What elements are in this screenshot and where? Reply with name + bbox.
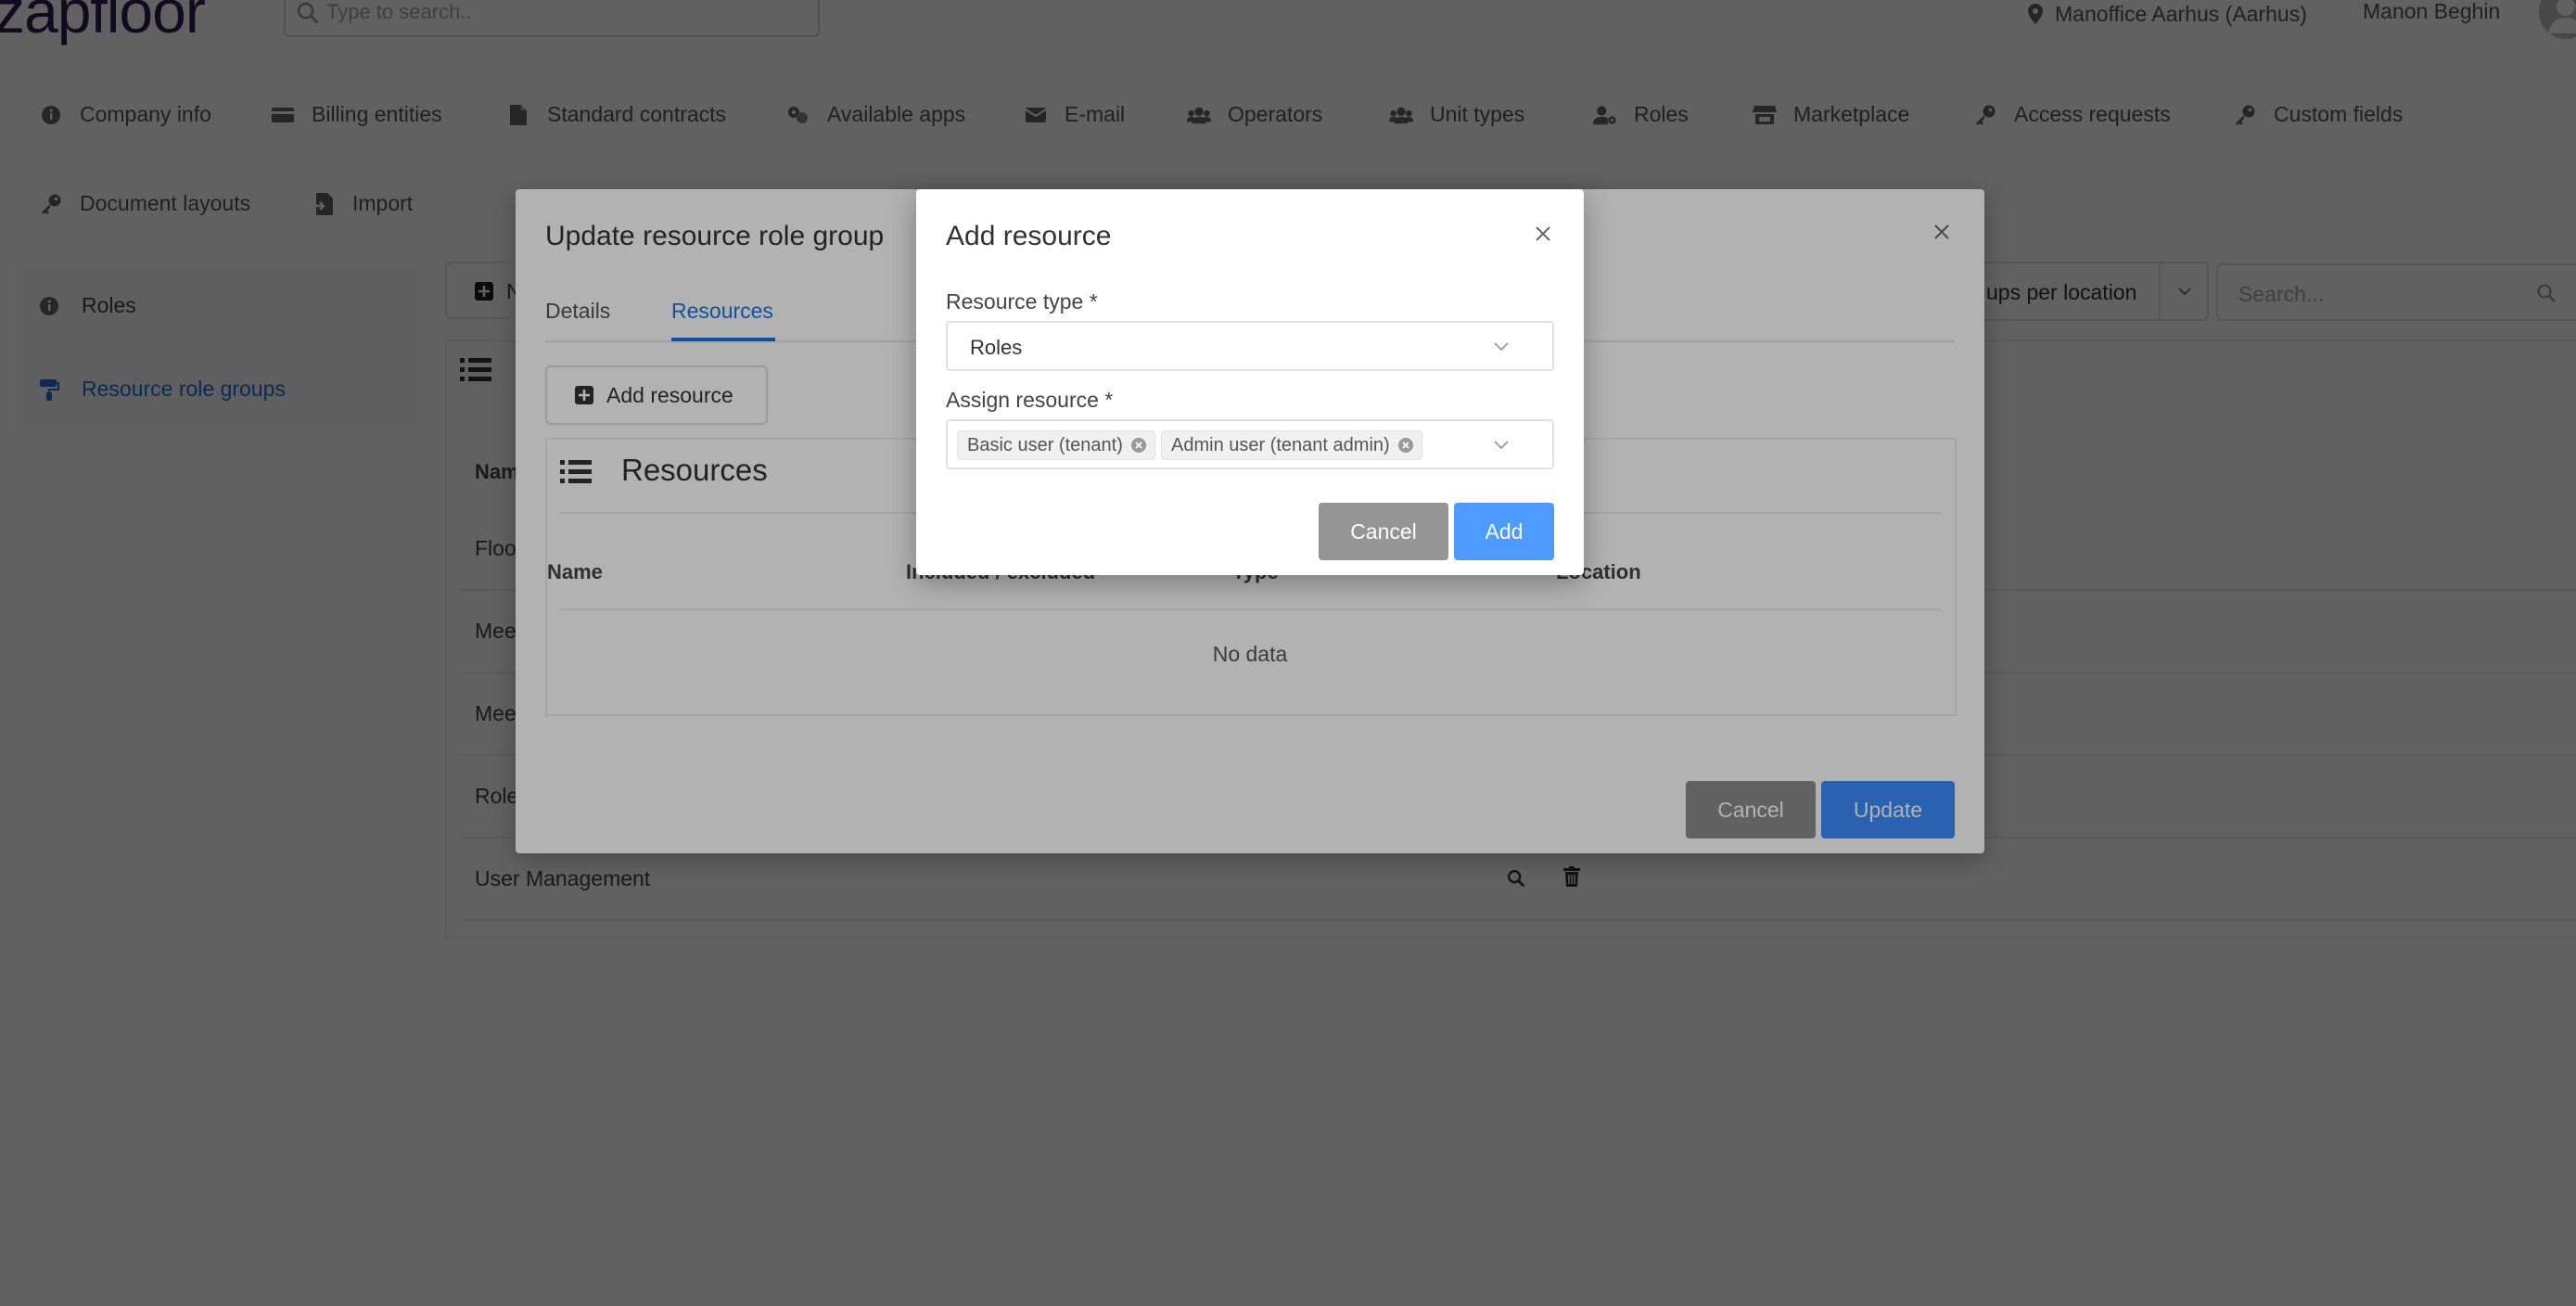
add-resource-modal: Add resource Resource type * Roles Assig… bbox=[916, 189, 1584, 575]
selected-tag: Basic user (tenant) bbox=[957, 430, 1155, 460]
resource-type-select[interactable]: Roles bbox=[946, 321, 1554, 371]
modal-title: Add resource bbox=[946, 221, 1112, 251]
resource-type-label: Resource type * bbox=[946, 289, 1098, 314]
assign-resource-multiselect[interactable]: Basic user (tenant) Admin user (tenant a… bbox=[946, 419, 1554, 469]
assign-resource-label: Assign resource * bbox=[946, 388, 1114, 412]
resource-type-value: Roles bbox=[970, 336, 1023, 359]
remove-tag-icon[interactable] bbox=[1397, 437, 1414, 454]
chevron-down-icon bbox=[1491, 336, 1511, 356]
cancel-button[interactable]: Cancel bbox=[1319, 503, 1448, 560]
add-button[interactable]: Add bbox=[1454, 503, 1554, 560]
selected-tag: Admin user (tenant admin) bbox=[1161, 430, 1422, 460]
remove-tag-icon[interactable] bbox=[1130, 437, 1147, 454]
close-icon[interactable] bbox=[1534, 224, 1552, 243]
chevron-down-icon bbox=[1491, 434, 1511, 455]
